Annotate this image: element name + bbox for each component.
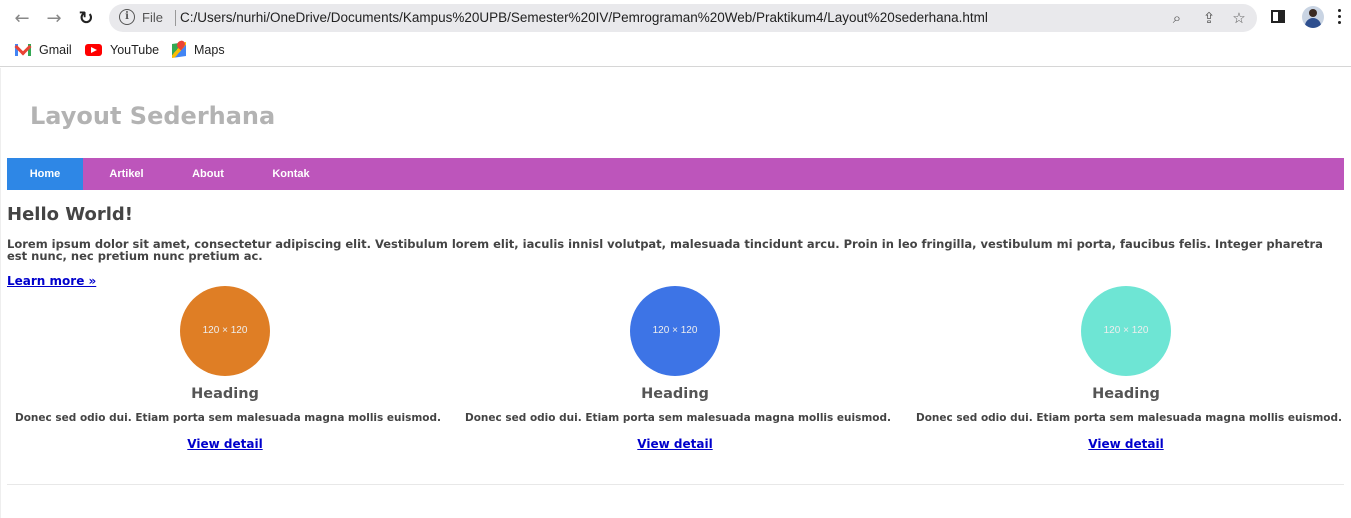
view-detail-link[interactable]: View detail — [637, 437, 712, 451]
feature-column-3: 120 × 120 Heading Donec sed odio dui. Et… — [916, 286, 1343, 452]
bookmark-label: Gmail — [39, 43, 72, 57]
view-detail-link[interactable]: View detail — [1088, 437, 1163, 451]
placeholder-image: 120 × 120 — [1081, 286, 1171, 376]
site-info-icon[interactable]: i — [119, 9, 135, 25]
column-text: Donec sed odio dui. Etiam porta sem male… — [916, 412, 1343, 424]
column-text: Donec sed odio dui. Etiam porta sem male… — [15, 412, 442, 424]
feature-column-2: 120 × 120 Heading Donec sed odio dui. Et… — [465, 286, 892, 452]
youtube-icon — [85, 44, 102, 56]
file-scheme-label: File — [142, 10, 163, 25]
side-panel-icon[interactable] — [1271, 10, 1285, 23]
bookmark-youtube[interactable]: YouTube — [85, 41, 159, 59]
address-bar[interactable]: i File C:/Users/nurhi/OneDrive/Documents… — [109, 4, 1257, 32]
page-content: Layout Sederhana Home Artikel About Kont… — [0, 68, 1351, 518]
hero-heading: Hello World! — [7, 204, 133, 225]
zoom-icon[interactable]: ⌕ — [1167, 8, 1187, 28]
nav-kontak[interactable]: Kontak — [246, 158, 336, 190]
column-heading: Heading — [1092, 386, 1160, 402]
maps-icon — [172, 42, 186, 58]
column-heading: Heading — [191, 386, 259, 402]
site-title: Layout Sederhana — [30, 102, 276, 130]
placeholder-image: 120 × 120 — [180, 286, 270, 376]
share-icon[interactable]: ⇪ — [1199, 8, 1219, 28]
footer-divider — [7, 484, 1344, 485]
view-detail-link[interactable]: View detail — [187, 437, 262, 451]
bookmarks-bar: Gmail YouTube Maps — [0, 36, 1351, 67]
feature-column-1: 120 × 120 Heading Donec sed odio dui. Et… — [15, 286, 442, 452]
bookmark-label: Maps — [194, 43, 225, 57]
reload-icon[interactable]: ↻ — [74, 7, 98, 29]
nav-artikel[interactable]: Artikel — [83, 158, 170, 190]
address-separator — [175, 10, 176, 26]
profile-avatar[interactable] — [1302, 6, 1324, 28]
bookmark-maps[interactable]: Maps — [172, 41, 225, 59]
url-text[interactable]: C:/Users/nurhi/OneDrive/Documents/Kampus… — [180, 10, 988, 25]
column-heading: Heading — [641, 386, 709, 402]
nav-about[interactable]: About — [170, 158, 246, 190]
browser-menu-icon[interactable] — [1338, 9, 1342, 25]
placeholder-image: 120 × 120 — [630, 286, 720, 376]
browser-toolbar: ← → ↻ i File C:/Users/nurhi/OneDrive/Doc… — [0, 0, 1351, 36]
back-arrow-icon[interactable]: ← — [10, 7, 34, 29]
forward-arrow-icon[interactable]: → — [42, 7, 66, 29]
hero-text: Lorem ipsum dolor sit amet, consectetur … — [7, 237, 1323, 263]
bookmark-gmail[interactable]: Gmail — [15, 41, 72, 59]
column-text: Donec sed odio dui. Etiam porta sem male… — [465, 412, 892, 424]
bookmark-label: YouTube — [110, 43, 160, 57]
gmail-icon — [15, 44, 31, 56]
bookmark-star-icon[interactable]: ☆ — [1229, 8, 1249, 28]
site-navbar: Home Artikel About Kontak — [7, 158, 1344, 190]
nav-home[interactable]: Home — [7, 158, 83, 190]
